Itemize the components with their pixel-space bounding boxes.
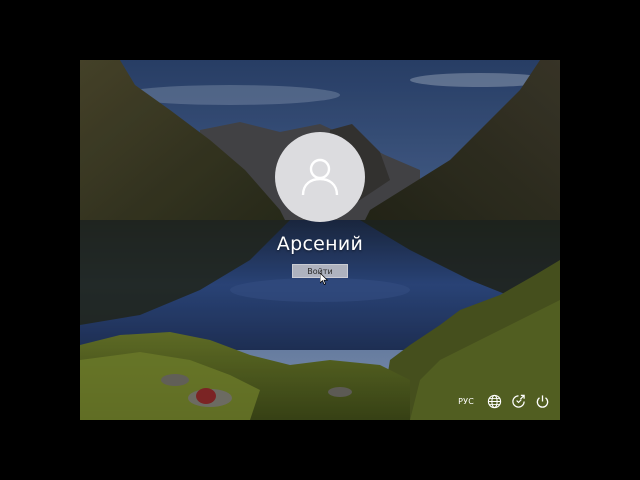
language-indicator[interactable]: РУС bbox=[458, 397, 474, 406]
accessibility-icon[interactable] bbox=[510, 393, 526, 409]
mouse-cursor-icon bbox=[320, 273, 328, 285]
power-icon[interactable] bbox=[534, 393, 550, 409]
user-icon bbox=[301, 158, 339, 196]
system-tray: РУС bbox=[458, 392, 550, 410]
network-icon[interactable] bbox=[486, 393, 502, 409]
username-label: Арсений bbox=[276, 233, 364, 255]
lock-screen: Арсений Войти РУС bbox=[80, 60, 560, 420]
user-avatar bbox=[275, 132, 365, 222]
